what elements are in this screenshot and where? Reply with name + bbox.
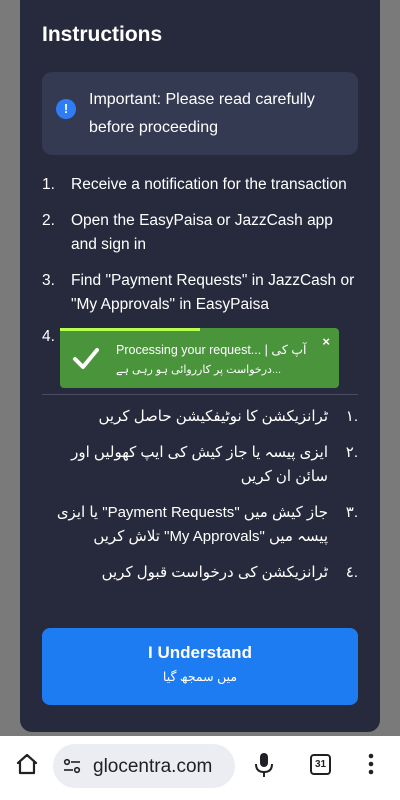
urdu-step-number: .٢	[345, 444, 358, 461]
toast-message: Processing your request... | آپ کی	[116, 343, 307, 357]
urdu-step-text: ایزی پیسہ یا جاز کیش کی ایپ کھولیں اور س…	[71, 444, 328, 485]
step-text: Find "Payment Requests" in JazzCash or "…	[71, 272, 355, 313]
processing-toast: Processing your request... | آپ کی درخوا…	[60, 328, 339, 388]
step-item: 2. Open the EasyPaisa or JazzCash app an…	[42, 209, 362, 257]
toast-message-urdu: درخواست پر کارروائی ہو رہی ہے...	[116, 364, 282, 376]
more-vert-icon[interactable]	[367, 752, 375, 776]
important-notice: ! Important: Please read carefully befor…	[42, 72, 358, 155]
urdu-steps: .١ ٹرانزیکشن کا نوٹیفکیشن حاصل کریں .٢ ا…	[42, 405, 358, 597]
step-number: 4.	[42, 328, 55, 345]
home-icon[interactable]	[14, 751, 40, 777]
urdu-step-item: .١ ٹرانزیکشن کا نوٹیفکیشن حاصل کریں	[42, 405, 358, 429]
step-number: 1.	[42, 176, 55, 193]
browser-toolbar: glocentra.com 31	[0, 736, 400, 800]
url-text: glocentra.com	[93, 756, 213, 777]
divider	[42, 394, 358, 395]
urdu-step-number: .١	[345, 408, 358, 425]
urdu-step-number: .٤	[345, 564, 358, 581]
english-steps: 1. Receive a notification for the transa…	[42, 173, 362, 345]
check-icon	[73, 348, 99, 369]
step-number: 2.	[42, 212, 55, 229]
step-item: 1. Receive a notification for the transa…	[42, 173, 362, 197]
i-understand-button[interactable]: I Understand میں سمجھ گیا	[42, 628, 358, 705]
button-label: I Understand	[148, 643, 252, 662]
mic-icon[interactable]	[253, 752, 275, 778]
step-number: 3.	[42, 272, 55, 289]
urdu-step-text: جاز کیش میں "Payment Requests" یا ایزی پ…	[56, 504, 328, 545]
important-text: Important: Please read carefully before …	[89, 91, 315, 136]
urdu-step-item: .٤ ٹرانزیکشن کی درخواست قبول کریں	[42, 561, 358, 585]
tabs-icon[interactable]: 31	[310, 754, 331, 775]
urdu-step-item: .٢ ایزی پیسہ یا جاز کیش کی ایپ کھولیں او…	[42, 441, 358, 489]
tune-icon[interactable]	[63, 757, 81, 775]
modal-title: Instructions	[42, 23, 163, 46]
step-text: Open the EasyPaisa or JazzCash app and s…	[71, 212, 333, 253]
button-sublabel: میں سمجھ گیا	[162, 670, 238, 684]
urdu-step-text: ٹرانزیکشن کا نوٹیفکیشن حاصل کریں	[98, 408, 328, 425]
urdu-step-item: .٣ جاز کیش میں "Payment Requests" یا ایز…	[42, 501, 358, 549]
urdu-step-text: ٹرانزیکشن کی درخواست قبول کریں	[101, 564, 328, 581]
info-icon: !	[56, 99, 76, 119]
step-text: Receive a notification for the transacti…	[71, 176, 347, 193]
close-icon[interactable]: ×	[322, 334, 330, 349]
address-bar[interactable]: glocentra.com	[53, 744, 235, 788]
urdu-step-number: .٣	[345, 504, 358, 521]
toast-progress-bar	[60, 328, 200, 331]
step-item: 3. Find "Payment Requests" in JazzCash o…	[42, 269, 362, 321]
